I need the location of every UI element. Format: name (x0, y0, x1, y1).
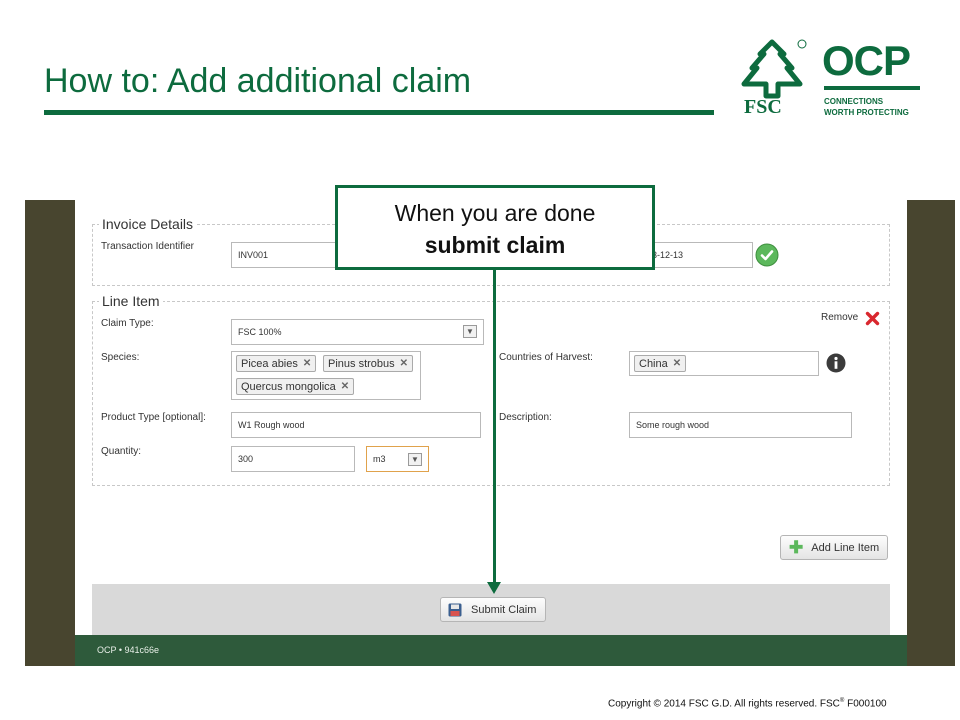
instruction-callout: When you are done submit claim (335, 185, 655, 270)
species-tag-remove-icon[interactable]: ✕ (400, 358, 408, 369)
copyright-code: F000100 (844, 698, 887, 710)
add-line-item-label: Add Line Item (811, 541, 880, 554)
slide-title: How to: Add additional claim (44, 62, 472, 100)
ocp-tagline-line1: CONNECTIONS (824, 97, 884, 106)
transaction-identifier-label: Transaction Identifier (101, 241, 195, 252)
line-item-legend: Line Item (99, 293, 163, 309)
ocp-tagline: CONNECTIONS WORTH PROTECTING (824, 96, 909, 118)
remove-link[interactable]: Remove (821, 312, 858, 323)
title-rule (44, 110, 714, 115)
unit-chevron-down-icon[interactable]: ▼ (408, 453, 422, 466)
fsc-logo-text: FSC (744, 96, 782, 118)
countries-of-harvest-label: Countries of Harvest: (499, 352, 593, 363)
ocp-logo-rule (824, 86, 920, 90)
save-disk-icon (448, 603, 462, 616)
description-input[interactable]: Some rough wood (629, 412, 852, 438)
claim-type-value: FSC 100% (238, 327, 282, 337)
ocp-tagline-line2: WORTH PROTECTING (824, 108, 909, 117)
species-tag: Quercus mongolica ✕ (236, 378, 355, 395)
species-tag-remove-icon[interactable]: ✕ (303, 358, 311, 369)
callout-arrow-head-icon (487, 582, 501, 594)
quantity-label: Quantity: (101, 446, 142, 457)
copyright-notice: Copyright © 2014 FSC G.D. All rights res… (608, 698, 887, 709)
quantity-input[interactable]: 300 (231, 446, 355, 472)
info-icon[interactable] (826, 353, 846, 373)
species-tag: Pinus strobus ✕ (323, 355, 414, 372)
claim-type-select[interactable]: FSC 100% (231, 319, 484, 345)
submit-claim-label: Submit Claim (471, 603, 537, 616)
valid-check-icon (755, 243, 779, 267)
species-label: Species: (101, 352, 140, 363)
app-footer-text: OCP • 941c66e (97, 645, 160, 655)
submit-claim-button[interactable]: Submit Claim (440, 597, 546, 622)
callout-arrow-line (493, 270, 496, 586)
callout-line1: When you are done (394, 200, 596, 226)
country-tag: China ✕ (634, 355, 687, 372)
callout-line2: submit claim (424, 232, 566, 258)
invoice-date-input[interactable]: 3-12-13 (645, 242, 753, 268)
country-tag-remove-icon[interactable]: ✕ (673, 358, 681, 369)
unit-value: m3 (373, 454, 386, 464)
country-tag-label: China (639, 357, 668, 370)
add-line-item-button[interactable]: ✚ Add Line Item (780, 535, 888, 560)
copyright-text: Copyright © 2014 FSC G.D. All rights res… (608, 698, 840, 710)
species-tag-label: Picea abies (241, 357, 298, 370)
species-tag-label: Pinus strobus (328, 357, 395, 370)
product-type-input[interactable]: W1 Rough wood (231, 412, 481, 438)
description-label: Description: (499, 412, 552, 423)
species-tag-label: Quercus mongolica (241, 380, 336, 393)
remove-x-icon[interactable] (865, 311, 880, 326)
line-item-section (92, 301, 890, 486)
plus-icon: ✚ (789, 538, 804, 557)
ocp-logo-text: OCP (822, 37, 911, 84)
claim-type-chevron-down-icon[interactable]: ▼ (463, 325, 477, 338)
species-tag-remove-icon[interactable]: ✕ (341, 381, 349, 392)
product-type-label: Product Type [optional]: (101, 412, 206, 423)
claim-type-label: Claim Type: (101, 318, 154, 329)
species-tag: Picea abies ✕ (236, 355, 317, 372)
app-footer: OCP • 941c66e (75, 635, 907, 666)
invoice-details-legend: Invoice Details (99, 216, 197, 232)
